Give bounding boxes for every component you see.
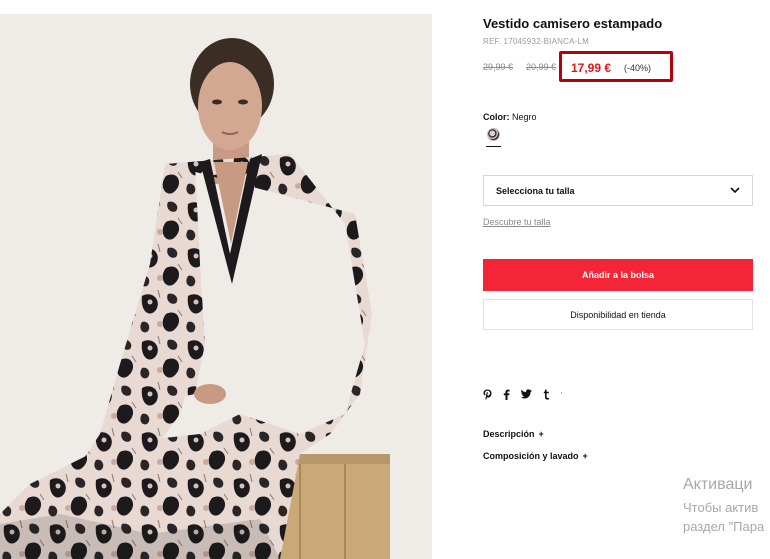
add-to-bag-button[interactable]: Añadir a la bolsa	[483, 259, 753, 291]
model-illustration	[0, 38, 390, 559]
description-accordion[interactable]: Descripción +	[483, 429, 544, 439]
size-select[interactable]: Selecciona tu talla	[483, 175, 753, 206]
description-label: Descripción	[483, 429, 535, 439]
color-swatch[interactable]	[487, 128, 500, 141]
original-price: 29,99 €	[483, 62, 514, 72]
product-title: Vestido camisero estampado	[483, 16, 663, 31]
activation-watermark-title: Активаци	[683, 476, 753, 493]
chevron-down-icon	[730, 187, 740, 194]
composition-accordion[interactable]: Composición y lavado +	[483, 451, 588, 461]
product-image[interactable]	[0, 14, 432, 559]
more-share-icon[interactable]: '	[561, 389, 562, 403]
color-value: Negro	[512, 112, 537, 122]
swatch-selected-underline	[486, 146, 501, 147]
plus-icon: +	[538, 429, 544, 439]
previous-price: 20,99 €	[526, 62, 557, 72]
activation-watermark-line: раздел "Пара	[683, 519, 765, 534]
size-select-label: Selecciona tu talla	[496, 186, 575, 196]
social-share-bar: '	[483, 389, 573, 403]
twitter-icon[interactable]	[521, 389, 532, 403]
tumblr-icon[interactable]	[543, 389, 550, 404]
product-reference: REF. 17045932-BIANCA-LM	[483, 37, 589, 46]
facebook-icon[interactable]	[503, 389, 510, 404]
activation-watermark-line: Чтобы актив	[683, 500, 759, 515]
color-label: Color:	[483, 112, 510, 122]
pinterest-icon[interactable]	[483, 389, 492, 404]
composition-label: Composición y lavado	[483, 451, 579, 461]
discount-badge: (-40%)	[624, 63, 652, 73]
size-guide-link[interactable]: Descubre tu talla	[483, 217, 551, 227]
plus-icon: +	[582, 451, 588, 461]
current-price-highlight: 17,99 € (-40%)	[559, 51, 673, 82]
current-price: 17,99 €	[571, 61, 612, 75]
store-availability-button[interactable]: Disponibilidad en tienda	[483, 299, 753, 330]
color-row: Color: Negro	[483, 112, 537, 122]
